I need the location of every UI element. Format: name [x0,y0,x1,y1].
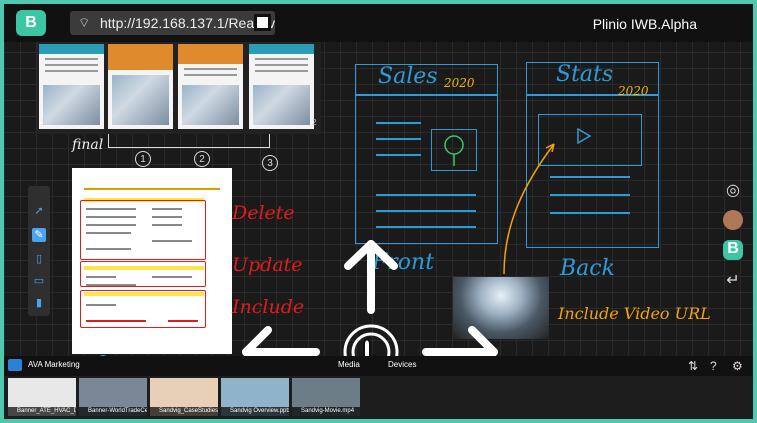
doc-page-thumb[interactable] [249,44,314,129]
play-sketch-icon [577,127,592,145]
media-thumb[interactable]: Sandvig Overview.pptx [221,378,289,416]
note-include-video: Include Video URL [558,304,711,323]
red-box-delete [80,200,206,260]
globe-icon[interactable]: ◎ [723,180,743,200]
user-name: Plinio IWB.Alpha [592,16,697,32]
sketch-image-box [431,129,477,171]
sketch-line [376,154,421,156]
sync-icon[interactable]: ⇅ [688,359,698,373]
doc-page-thumb[interactable] [108,44,173,129]
media-thumb[interactable]: Sandvig_CaseStudies.pdf [150,378,218,416]
brace-mark [108,134,270,148]
sketch-line [376,194,476,196]
return-icon[interactable]: ↵ [723,270,743,290]
url-text: http://192.168.137.1/Reactiv [100,15,276,31]
screen-tool-icon[interactable]: ▭ [32,274,46,288]
folder-label[interactable]: AVA Marketing [28,360,80,369]
strip-page-left: 1 [41,118,46,127]
sketch-sales-title: Sales [378,64,438,89]
red-box-include [80,290,206,328]
help-icon[interactable]: ? [710,359,717,373]
document-strip[interactable]: 1 2 [37,42,321,134]
top-bar: B ⌔ http://192.168.137.1/Reactiv Plinio … [4,4,753,42]
note-circle-3: 3 [262,155,278,171]
sketch-line [376,122,421,124]
doc-page-thumb[interactable] [178,44,243,129]
trash-icon[interactable]: ▮ [32,296,46,310]
app-canvas[interactable]: B ⌔ http://192.168.137.1/Reactiv Plinio … [4,4,753,419]
note-delete: Delete [232,202,295,224]
media-thumb[interactable]: Banner-WorldTradeCenter.jpg [79,378,147,416]
strip-page-right: 2 [312,118,317,127]
app-logo-icon[interactable]: B [16,10,46,36]
media-thumb[interactable]: Banner_ATE_HVAC_Dutch.jpg [8,378,76,416]
url-bar[interactable]: ⌔ http://192.168.137.1/Reactiv [70,11,275,35]
tree-sketch-icon [444,135,464,166]
folder-icon[interactable] [8,359,22,371]
sketch-line [376,210,476,212]
logo-icon[interactable]: B [723,240,743,260]
page-tool-icon[interactable]: ▯ [32,252,46,266]
avatar-icon[interactable] [723,210,743,230]
doc-page-thumb[interactable] [39,44,104,129]
note-circle-1: 1 [135,151,151,167]
pointer-tool-icon[interactable]: ➚ [32,204,46,218]
red-box-update [80,261,206,287]
sketch-line [376,138,421,140]
qr-icon[interactable] [254,14,271,31]
sketch-stats-year: 2020 [618,84,649,98]
orange-arrow [503,143,555,275]
right-toolbar: ◎ B ↵ [723,180,745,300]
sketch-sales-year: 2020 [444,76,475,90]
note-circle-2: 2 [194,151,210,167]
pen-tool-icon[interactable]: ✎ [32,228,46,242]
media-thumb[interactable]: Sandvig-Movie.mp4 [292,378,360,416]
pen-toolbar: ➚ ✎ ▯ ▭ ▮ [28,186,50,316]
tab-devices[interactable]: Devices [388,360,416,369]
settings-icon[interactable]: ⚙ [732,359,743,373]
media-thumbnail-row: Banner_ATE_HVAC_Dutch.jpg Banner-WorldTr… [4,376,753,419]
note-final: final [72,137,104,153]
sketch-stats-title: Stats [556,62,614,87]
sketch-line [355,94,498,96]
wifi-icon: ⌔ [78,15,91,30]
tab-media[interactable]: Media [338,360,360,369]
sketch-line [376,226,476,228]
doc-title-line [84,188,220,190]
bottom-bar: AVA Marketing Media Devices ⇅ ? ⚙ [4,356,753,376]
